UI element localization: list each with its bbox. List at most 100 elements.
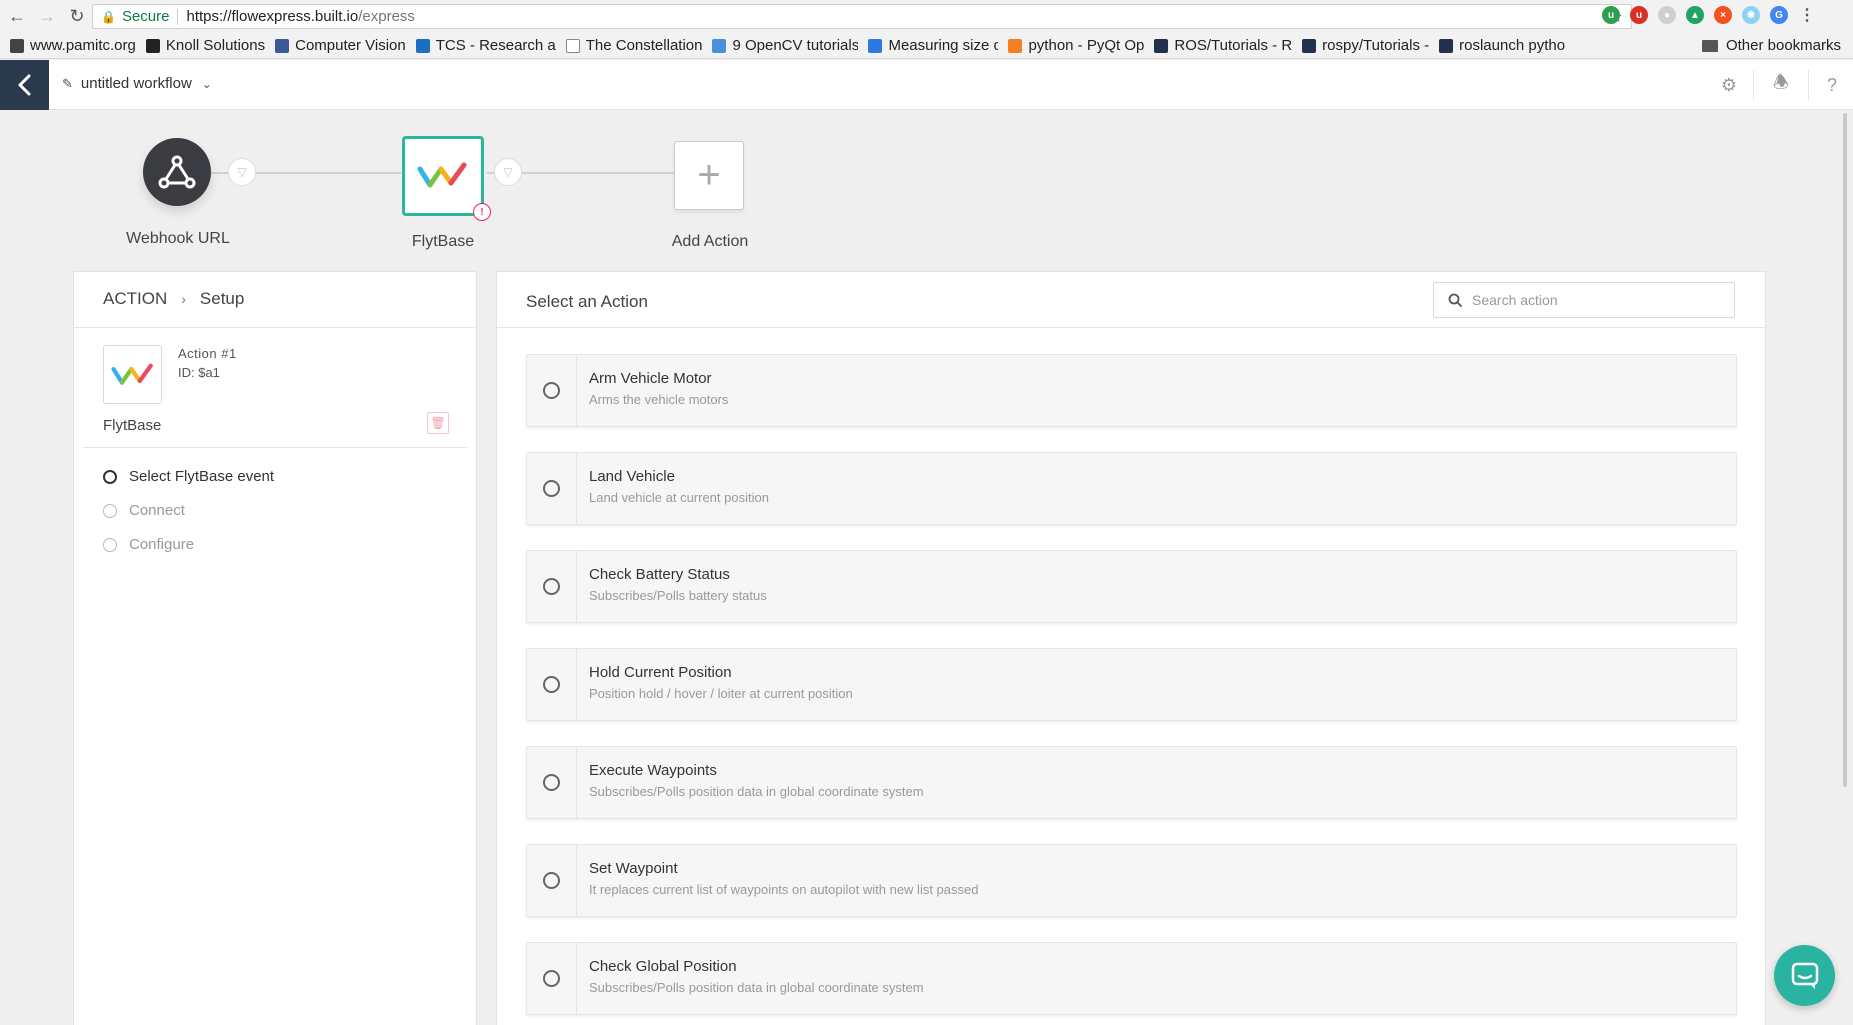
action-id: ID: $a1 xyxy=(178,365,220,380)
filter-icon[interactable]: ▽ xyxy=(228,158,256,186)
pencil-icon: ✎ xyxy=(62,75,73,91)
extension-icon[interactable]: ● xyxy=(1658,6,1676,24)
bookmark-item[interactable]: www.pamitc.org xyxy=(10,37,136,54)
action-item-set-waypoint[interactable]: Set Waypoint It replaces current list of… xyxy=(526,844,1737,917)
search-icon xyxy=(1448,293,1462,307)
bookmark-item[interactable]: roslaunch pytho xyxy=(1439,37,1565,54)
bookmark-label: www.pamitc.org xyxy=(30,37,136,54)
ros-icon xyxy=(1439,38,1454,53)
action-item-hold-current-position[interactable]: Hold Current Position Position hold / ho… xyxy=(526,648,1737,721)
radio-button[interactable] xyxy=(543,676,560,693)
radio-button[interactable] xyxy=(543,970,560,987)
browser-toolbar: ← → ↻ 🔒 Secure https://flowexpress.built… xyxy=(0,0,1853,33)
radio-button[interactable] xyxy=(543,872,560,889)
chevron-left-icon xyxy=(18,74,30,96)
breadcrumb-current: Setup xyxy=(199,289,245,308)
action-number: Action #1 xyxy=(178,346,237,361)
flytbase-node[interactable]: ! xyxy=(402,136,491,221)
tcs-icon xyxy=(415,38,430,53)
folder-icon xyxy=(1701,39,1718,52)
bookmark-item[interactable]: Computer Vision xyxy=(275,37,406,54)
chevron-down-icon[interactable]: ⌄ xyxy=(202,77,212,91)
reload-icon[interactable]: ↻ xyxy=(64,4,90,30)
back-button[interactable] xyxy=(0,60,49,110)
radio-button[interactable] xyxy=(543,774,560,791)
bookmark-item[interactable]: rospy/Tutorials - xyxy=(1302,37,1429,54)
search-input[interactable] xyxy=(1472,292,1722,308)
url-host: https://flowexpress.built.io xyxy=(186,8,359,25)
step-connect[interactable]: Connect xyxy=(103,502,185,519)
bookmark-item[interactable]: 9 OpenCV tutorials xyxy=(712,37,858,54)
step-configure[interactable]: Configure xyxy=(103,536,194,553)
extension-icon[interactable]: × xyxy=(1714,6,1732,24)
ros-icon xyxy=(1154,38,1169,53)
drive-icon[interactable]: ▲ xyxy=(1686,6,1704,24)
workflow-name: untitled workflow xyxy=(80,75,192,92)
other-bookmarks[interactable]: Other bookmarks xyxy=(1701,37,1841,54)
p-icon xyxy=(868,38,883,53)
gear-icon[interactable]: ⚙ xyxy=(1718,74,1740,96)
extension-icon[interactable]: u xyxy=(1602,6,1620,24)
radio-button[interactable] xyxy=(543,578,560,595)
chat-button[interactable] xyxy=(1774,945,1835,1006)
step-select-event[interactable]: Select FlytBase event xyxy=(103,468,274,485)
opencv-icon xyxy=(712,38,727,53)
bookmark-item[interactable]: python - PyQt Op xyxy=(1008,37,1144,54)
action-item-land-vehicle[interactable]: Land Vehicle Land vehicle at current pos… xyxy=(526,452,1737,525)
breadcrumb-root[interactable]: ACTION xyxy=(103,289,167,309)
back-arrow-icon[interactable]: ← xyxy=(4,4,30,30)
cv-icon xyxy=(275,38,290,53)
radio-button[interactable] xyxy=(543,382,560,399)
warning-icon: ! xyxy=(473,203,491,221)
step-indicator xyxy=(103,503,117,518)
app-thumbnail xyxy=(103,345,162,404)
bell-icon[interactable]: 🕭 xyxy=(1770,72,1792,96)
menu-dots-icon[interactable]: ⋮ xyxy=(1798,6,1816,24)
bookmark-label: TCS - Research and xyxy=(435,37,556,54)
bookmark-item[interactable]: The Constellation xyxy=(565,37,703,54)
other-bookmarks-label: Other bookmarks xyxy=(1725,37,1841,54)
webhook-icon xyxy=(158,155,196,189)
action-item-arm-vehicle-motor[interactable]: Arm Vehicle Motor Arms the vehicle motor… xyxy=(526,354,1737,427)
bookmark-label: The Constellation xyxy=(585,37,703,54)
action-setup-panel: ACTION › Setup Action #1 ID: $a1 FlytBas… xyxy=(73,271,477,1025)
search-box[interactable] xyxy=(1433,282,1735,318)
stack-icon xyxy=(1008,38,1023,53)
webhook-node[interactable] xyxy=(143,138,211,206)
action-title: Arm Vehicle Motor xyxy=(589,370,712,387)
action-title: Check Battery Status xyxy=(589,566,730,583)
workflow-title[interactable]: ✎ untitled workflow ⌄ xyxy=(62,75,212,92)
step-label: Select FlytBase event xyxy=(129,468,275,485)
knoll-icon xyxy=(145,38,160,53)
action-description: Arms the vehicle motors xyxy=(589,392,729,407)
extension-icon[interactable]: u xyxy=(1630,6,1648,24)
filter-icon[interactable]: ▽ xyxy=(494,158,522,186)
flytbase-node-label: FlytBase xyxy=(411,233,475,250)
bookmark-item[interactable]: TCS - Research and xyxy=(415,37,556,54)
address-bar[interactable]: 🔒 Secure https://flowexpress.built.io/ex… xyxy=(92,4,1632,29)
action-item-check-global-position[interactable]: Check Global Position Subscribes/Polls p… xyxy=(526,942,1737,1015)
action-description: Position hold / hover / loiter at curren… xyxy=(589,686,853,701)
page-icon xyxy=(565,38,580,53)
ros-icon xyxy=(1302,38,1317,53)
action-description: Subscribes/Polls battery status xyxy=(589,588,767,603)
bookmark-item[interactable]: ROS/Tutorials - R xyxy=(1154,37,1292,54)
action-item-execute-waypoints[interactable]: Execute Waypoints Subscribes/Polls posit… xyxy=(526,746,1737,819)
extension-icon[interactable]: ❋ xyxy=(1742,6,1760,24)
bookmark-item[interactable]: Knoll Solutions xyxy=(145,37,265,54)
bookmark-item[interactable]: Measuring size of xyxy=(868,37,998,54)
bookmark-label: 9 OpenCV tutorials xyxy=(732,37,859,54)
scrollbar[interactable] xyxy=(1843,113,1847,787)
delete-button[interactable]: 🗑 xyxy=(427,412,449,434)
bookmark-label: Measuring size of xyxy=(888,37,999,54)
radio-button[interactable] xyxy=(543,480,560,497)
help-icon[interactable]: ? xyxy=(1821,74,1843,96)
select-action-panel: Select an Action Arm Vehicle Motor Arms … xyxy=(496,271,1766,1025)
add-action-button[interactable]: + xyxy=(674,141,744,210)
extension-icons: u u ● ▲ × ❋ G ⋮ xyxy=(1602,6,1816,24)
action-item-check-battery-status[interactable]: Check Battery Status Subscribes/Polls ba… xyxy=(526,550,1737,623)
action-description: Subscribes/Polls position data in global… xyxy=(589,784,924,799)
add-action-label: Add Action xyxy=(671,233,749,250)
translate-icon[interactable]: G xyxy=(1770,6,1788,24)
forward-arrow-icon[interactable]: → xyxy=(34,4,60,30)
